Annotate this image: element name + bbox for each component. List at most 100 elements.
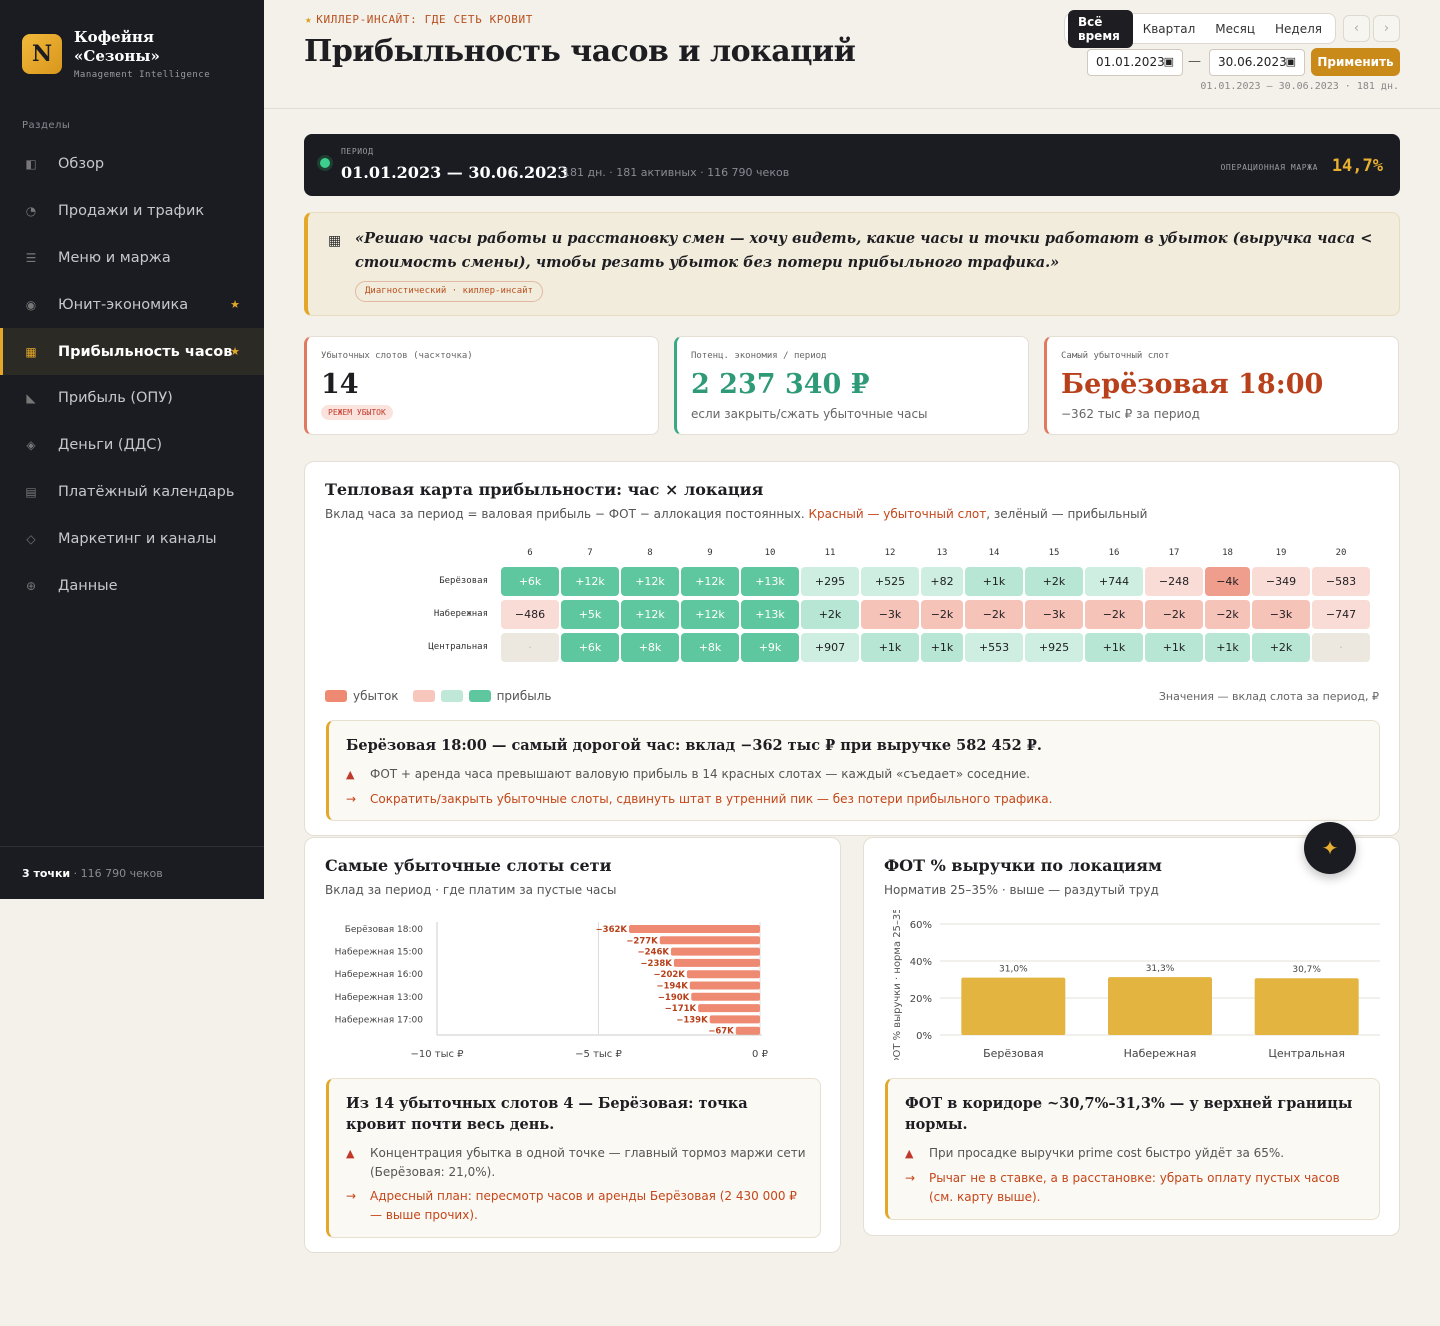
heatmap-hour-label: 6 bbox=[527, 548, 533, 558]
sidebar-item[interactable]: ◧ Обзор bbox=[0, 141, 264, 188]
heatmap-cell[interactable]: −2k bbox=[1085, 600, 1143, 629]
sidebar-item[interactable]: ◔ Продажи и трафик bbox=[0, 188, 264, 235]
heatmap-insight: Берёзовая 18:00 — самый дорогой час: вкл… bbox=[326, 720, 1380, 821]
heatmap-cell[interactable]: +13k bbox=[741, 600, 799, 629]
arrow-right-icon: → bbox=[346, 1189, 357, 1203]
heatmap-cell[interactable]: −3k bbox=[1252, 600, 1310, 629]
bar-value-label: 31,0% bbox=[999, 965, 1028, 975]
bar-value-label: −139K bbox=[676, 1015, 708, 1025]
heatmap-cell[interactable]: +2k bbox=[1252, 633, 1310, 662]
warning-icon: ▲ bbox=[346, 1147, 355, 1160]
period-option[interactable]: Месяц bbox=[1205, 17, 1265, 41]
date-from-input[interactable]: 01.01.2023 ▣ bbox=[1087, 49, 1183, 76]
heatmap-cell[interactable]: +12k bbox=[621, 567, 679, 596]
sidebar-item[interactable]: ▤ Платёжный календарь bbox=[0, 469, 264, 516]
page-title: Прибыльность часов и локаций bbox=[304, 34, 856, 69]
legend-swatch-loss-light bbox=[412, 690, 435, 702]
heatmap-cell[interactable]: +1k bbox=[965, 567, 1023, 596]
bar bbox=[698, 1004, 760, 1013]
heatmap-cell[interactable]: −2k bbox=[921, 600, 963, 629]
bar-value-label: 30,7% bbox=[1292, 965, 1321, 975]
heatmap-cell[interactable]: −3k bbox=[861, 600, 919, 629]
x-category-label: Берёзовая bbox=[983, 1047, 1043, 1060]
heatmap-cell[interactable]: +6k bbox=[561, 633, 619, 662]
heatmap-cell[interactable]: −3k bbox=[1025, 600, 1083, 629]
heatmap-cell[interactable]: −2k bbox=[1145, 600, 1203, 629]
heatmap-cell[interactable]: · bbox=[1312, 633, 1370, 662]
fot-subtitle: Норматив 25–35% · выше — раздутый труд bbox=[884, 883, 1159, 897]
kpi-loss-slots: Убыточных слотов (час×точка) 14 РЕЖЕМ УБ… bbox=[304, 336, 659, 435]
sidebar-item[interactable]: ⊕ Данные bbox=[0, 562, 264, 609]
period-label: ПЕРИОД bbox=[341, 147, 374, 156]
heatmap-cell[interactable]: +553 bbox=[965, 633, 1023, 662]
sidebar-item-label: Юнит-экономика bbox=[58, 296, 189, 313]
heatmap-cell[interactable]: +12k bbox=[681, 567, 739, 596]
y-category-label: Берёзовая 18:00 bbox=[345, 925, 424, 935]
quote-text: «Решаю часы работы и расстановку смен — … bbox=[355, 230, 1373, 271]
sidebar-item[interactable]: ◈ Деньги (ДДС) bbox=[0, 422, 264, 469]
nav-icon: ▦ bbox=[25, 344, 37, 359]
heatmap-cell[interactable]: +744 bbox=[1085, 567, 1143, 596]
sidebar-item[interactable]: ▦ Прибыльность часов ★ bbox=[0, 328, 264, 375]
page-kicker: ★ КИЛЛЕР-ИНСАЙТ: ГДЕ СЕТЬ КРОВИТ bbox=[305, 13, 533, 26]
heatmap-cell[interactable]: −583 bbox=[1312, 567, 1370, 596]
next-period-button[interactable]: › bbox=[1373, 15, 1400, 42]
grid-icon: ▦ bbox=[328, 233, 342, 249]
kpi-label: Убыточных слотов (час×точка) bbox=[321, 351, 473, 361]
heatmap-cell[interactable]: −486 bbox=[501, 600, 559, 629]
kpi-savings: Потенц. экономия / период 2 237 340 ₽ ес… bbox=[674, 336, 1029, 435]
heatmap-cell[interactable]: −248 bbox=[1145, 567, 1203, 596]
heatmap-cell[interactable]: −2k bbox=[965, 600, 1023, 629]
sidebar-item[interactable]: ☰ Меню и маржа bbox=[0, 235, 264, 282]
period-option[interactable]: Квартал bbox=[1133, 17, 1206, 41]
header-divider bbox=[264, 108, 1440, 109]
heatmap-cell[interactable]: +12k bbox=[561, 567, 619, 596]
heatmap-cell[interactable]: +9k bbox=[741, 633, 799, 662]
star-icon: ★ bbox=[230, 345, 240, 359]
date-range-dash: — bbox=[1188, 54, 1201, 69]
heatmap-cell[interactable]: +1k bbox=[1085, 633, 1143, 662]
heatmap-cell[interactable]: +8k bbox=[681, 633, 739, 662]
heatmap-cell[interactable]: +2k bbox=[801, 600, 859, 629]
heatmap-cell[interactable]: +907 bbox=[801, 633, 859, 662]
heatmap-hour-label: 12 bbox=[884, 548, 896, 558]
heatmap-cell[interactable]: +8k bbox=[621, 633, 679, 662]
heatmap-cell[interactable]: +925 bbox=[1025, 633, 1083, 662]
heatmap-cell[interactable]: +12k bbox=[621, 600, 679, 629]
bar-value-label: −67K bbox=[708, 1027, 734, 1037]
heatmap-cell[interactable]: −747 bbox=[1312, 600, 1370, 629]
heatmap-cell[interactable]: +82 bbox=[921, 567, 963, 596]
heatmap-cell[interactable]: +525 bbox=[861, 567, 919, 596]
heatmap-cell[interactable]: −4k bbox=[1205, 567, 1250, 596]
y-tick-label: 20% bbox=[910, 994, 932, 1005]
prev-period-button[interactable]: ‹ bbox=[1343, 15, 1370, 42]
period-option[interactable]: Всё время bbox=[1068, 9, 1133, 48]
heatmap-cell[interactable]: +1k bbox=[921, 633, 963, 662]
bar-value-label: −277K bbox=[626, 936, 658, 946]
bar bbox=[1108, 977, 1212, 1035]
quote-tag: Диагностический · киллер-инсайт bbox=[355, 281, 543, 302]
sidebar-item[interactable]: ◣ Прибыль (ОПУ) bbox=[0, 375, 264, 422]
sidebar-item[interactable]: ◇ Маркетинг и каналы bbox=[0, 515, 264, 562]
sidebar-item[interactable]: ◉ Юнит-экономика ★ bbox=[0, 281, 264, 328]
heatmap-cell[interactable]: −2k bbox=[1205, 600, 1250, 629]
period-option[interactable]: Неделя bbox=[1265, 17, 1332, 41]
heatmap-subtitle: Вклад часа за период = валовая прибыль −… bbox=[325, 507, 1148, 521]
heatmap-cell[interactable]: +1k bbox=[1205, 633, 1250, 662]
heatmap-cell[interactable]: +1k bbox=[861, 633, 919, 662]
heatmap-cell[interactable]: · bbox=[501, 633, 559, 662]
heatmap-cell[interactable]: +5k bbox=[561, 600, 619, 629]
apply-button[interactable]: Применить bbox=[1311, 48, 1400, 76]
ai-assistant-button[interactable]: ✦ bbox=[1304, 822, 1356, 874]
star-icon: ★ bbox=[230, 298, 240, 312]
heatmap-legend: убыток прибыль bbox=[325, 689, 551, 703]
date-to-input[interactable]: 30.06.2023 ▣ bbox=[1209, 49, 1305, 76]
heatmap-cell[interactable]: +1k bbox=[1145, 633, 1203, 662]
heatmap-cell[interactable]: +295 bbox=[801, 567, 859, 596]
heatmap-cell[interactable]: +13k bbox=[741, 567, 799, 596]
heatmap-cell[interactable]: −349 bbox=[1252, 567, 1310, 596]
bar-value-label: 31,3% bbox=[1146, 964, 1175, 974]
heatmap-cell[interactable]: +12k bbox=[681, 600, 739, 629]
heatmap-cell[interactable]: +6k bbox=[501, 567, 559, 596]
heatmap-cell[interactable]: +2k bbox=[1025, 567, 1083, 596]
